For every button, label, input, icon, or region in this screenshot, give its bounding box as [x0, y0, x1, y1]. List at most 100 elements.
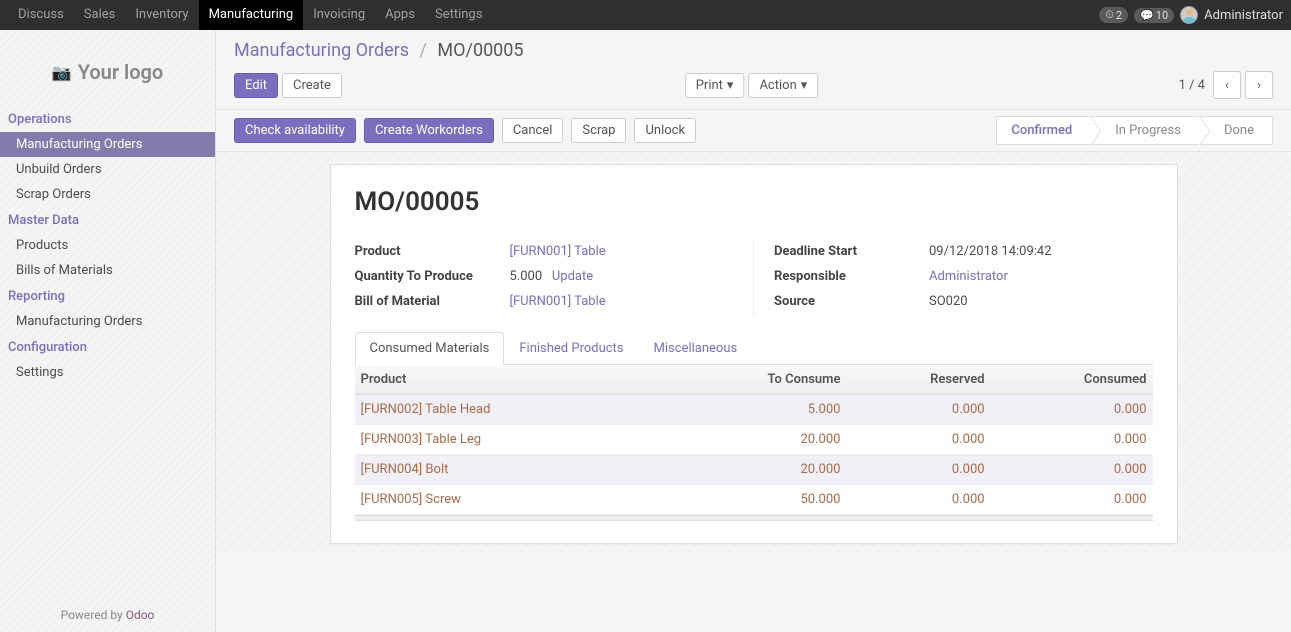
- topbar-item-manufacturing[interactable]: Manufacturing: [199, 0, 304, 30]
- odoo-link[interactable]: Odoo: [126, 608, 155, 622]
- table-row[interactable]: [FURN005] Screw50.0000.0000.000: [355, 485, 1153, 515]
- cell-to-consume: 20.000: [662, 425, 846, 455]
- caret-down-icon: ▾: [801, 78, 808, 93]
- sidebar-section-configuration[interactable]: Configuration: [0, 334, 215, 360]
- responsible-label: Responsible: [774, 269, 929, 284]
- sidebar-item-scrap-orders[interactable]: Scrap Orders: [0, 182, 215, 207]
- product-value[interactable]: [FURN001] Table: [510, 244, 606, 259]
- topbar-right: ⏲ 2 💬 10 Administrator: [1099, 6, 1283, 24]
- topbar-item-apps[interactable]: Apps: [375, 0, 425, 30]
- cell-consumed: 0.000: [991, 485, 1153, 515]
- sidebar-section-reporting[interactable]: Reporting: [0, 283, 215, 309]
- chat-badge[interactable]: 💬 10: [1134, 8, 1174, 23]
- col-to-consume: To Consume: [662, 365, 846, 395]
- cell-to-consume: 50.000: [662, 485, 846, 515]
- check-availability-button[interactable]: Check availability: [234, 118, 356, 143]
- cancel-button[interactable]: Cancel: [502, 118, 564, 143]
- cell-product[interactable]: [FURN002] Table Head: [355, 395, 663, 425]
- unlock-button[interactable]: Unlock: [634, 118, 696, 143]
- logo[interactable]: 📷Your logo: [28, 53, 188, 91]
- tab-consumed-materials[interactable]: Consumed Materials: [355, 332, 505, 365]
- bom-value[interactable]: [FURN001] Table: [510, 294, 606, 309]
- pager-prev-button[interactable]: ‹: [1213, 71, 1241, 99]
- deadline-label: Deadline Start: [774, 244, 929, 259]
- print-button[interactable]: Print▾: [685, 73, 745, 98]
- topbar-item-inventory[interactable]: Inventory: [125, 0, 198, 30]
- pager: 1 / 4 ‹ ›: [1179, 71, 1273, 99]
- toolbar: Edit Create Print▾ Action▾ 1 / 4 ‹ ›: [216, 67, 1291, 109]
- status-row: Check availability Create Workorders Cance…: [216, 109, 1291, 152]
- topbar-item-settings[interactable]: Settings: [425, 0, 492, 30]
- username-label[interactable]: Administrator: [1204, 8, 1283, 23]
- source-label: Source: [774, 294, 929, 309]
- col-reserved: Reserved: [846, 365, 990, 395]
- cell-reserved: 0.000: [846, 425, 990, 455]
- cell-consumed: 0.000: [991, 455, 1153, 485]
- responsible-value[interactable]: Administrator: [929, 269, 1008, 284]
- qty-update-link[interactable]: Update: [552, 269, 593, 284]
- tab-miscellaneous[interactable]: Miscellaneous: [639, 332, 753, 365]
- form-sheet: MO/00005 Product [FURN001] Table Quantit…: [330, 164, 1178, 544]
- avatar[interactable]: [1180, 6, 1198, 24]
- sidebar-item-bills-of-materials[interactable]: Bills of Materials: [0, 258, 215, 283]
- qty-value: 5.000: [510, 269, 543, 284]
- create-workorders-button[interactable]: Create Workorders: [364, 118, 494, 143]
- table-row[interactable]: [FURN003] Table Leg20.0000.0000.000: [355, 425, 1153, 455]
- topbar-item-invoicing[interactable]: Invoicing: [303, 0, 375, 30]
- cell-consumed: 0.000: [991, 395, 1153, 425]
- status-step-confirmed[interactable]: Confirmed: [996, 116, 1091, 145]
- table-row[interactable]: [FURN002] Table Head5.0000.0000.000: [355, 395, 1153, 425]
- pager-text: 1 / 4: [1179, 78, 1205, 93]
- cell-product[interactable]: [FURN005] Screw: [355, 485, 663, 515]
- sidebar-footer: Powered by Odoo: [0, 598, 215, 632]
- cell-reserved: 0.000: [846, 485, 990, 515]
- status-steps: ConfirmedIn ProgressDone: [997, 116, 1273, 145]
- topbar-item-sales[interactable]: Sales: [74, 0, 126, 30]
- col-consumed: Consumed: [991, 365, 1153, 395]
- scrap-button[interactable]: Scrap: [571, 118, 626, 143]
- caret-down-icon: ▾: [727, 78, 734, 93]
- sidebar-item-unbuild-orders[interactable]: Unbuild Orders: [0, 157, 215, 182]
- sidebar-item-manufacturing-orders[interactable]: Manufacturing Orders: [0, 309, 215, 334]
- sidebar-item-manufacturing-orders[interactable]: Manufacturing Orders: [0, 132, 215, 157]
- source-value: SO020: [929, 294, 1153, 309]
- breadcrumb-current: MO/00005: [437, 40, 523, 61]
- deadline-value: 09/12/2018 14:09:42: [929, 244, 1153, 259]
- cell-reserved: 0.000: [846, 395, 990, 425]
- status-step-done[interactable]: Done: [1199, 116, 1273, 145]
- table-row[interactable]: [FURN004] Bolt20.0000.0000.000: [355, 455, 1153, 485]
- bom-label: Bill of Material: [355, 294, 510, 309]
- sidebar-item-settings[interactable]: Settings: [0, 360, 215, 385]
- action-button[interactable]: Action▾: [748, 73, 818, 98]
- col-product: Product: [355, 365, 663, 395]
- topbar-menu: DiscussSalesInventoryManufacturingInvoic…: [8, 0, 492, 30]
- cell-product[interactable]: [FURN004] Bolt: [355, 455, 663, 485]
- status-step-in-progress[interactable]: In Progress: [1090, 116, 1200, 145]
- clock-badge[interactable]: ⏲ 2: [1099, 7, 1128, 23]
- sidebar-section-operations[interactable]: Operations: [0, 106, 215, 132]
- content-area: Manufacturing Orders / MO/00005 Edit Cre…: [216, 30, 1291, 632]
- cell-to-consume: 20.000: [662, 455, 846, 485]
- sidebar-section-master-data[interactable]: Master Data: [0, 207, 215, 233]
- breadcrumb-parent[interactable]: Manufacturing Orders: [234, 40, 409, 61]
- logo-area: 📷Your logo: [0, 38, 215, 106]
- cell-product[interactable]: [FURN003] Table Leg: [355, 425, 663, 455]
- breadcrumb-sep: /: [420, 40, 427, 61]
- cell-reserved: 0.000: [846, 455, 990, 485]
- breadcrumb: Manufacturing Orders / MO/00005: [216, 30, 1291, 67]
- tabs: Consumed MaterialsFinished ProductsMisce…: [355, 332, 1153, 365]
- topbar-item-discuss[interactable]: Discuss: [8, 0, 74, 30]
- camera-icon: 📷: [52, 63, 72, 82]
- sidebar-item-products[interactable]: Products: [0, 233, 215, 258]
- materials-table: ProductTo ConsumeReservedConsumed [FURN0…: [355, 365, 1153, 515]
- tab-finished-products[interactable]: Finished Products: [504, 332, 638, 365]
- edit-button[interactable]: Edit: [234, 73, 278, 98]
- table-footer-line: [355, 515, 1153, 521]
- sidebar: 📷Your logo OperationsManufacturing Order…: [0, 30, 216, 632]
- page-title: MO/00005: [355, 187, 1153, 217]
- cell-to-consume: 5.000: [662, 395, 846, 425]
- pager-next-button[interactable]: ›: [1245, 71, 1273, 99]
- create-button[interactable]: Create: [282, 73, 342, 98]
- qty-label: Quantity To Produce: [355, 269, 510, 284]
- cell-consumed: 0.000: [991, 425, 1153, 455]
